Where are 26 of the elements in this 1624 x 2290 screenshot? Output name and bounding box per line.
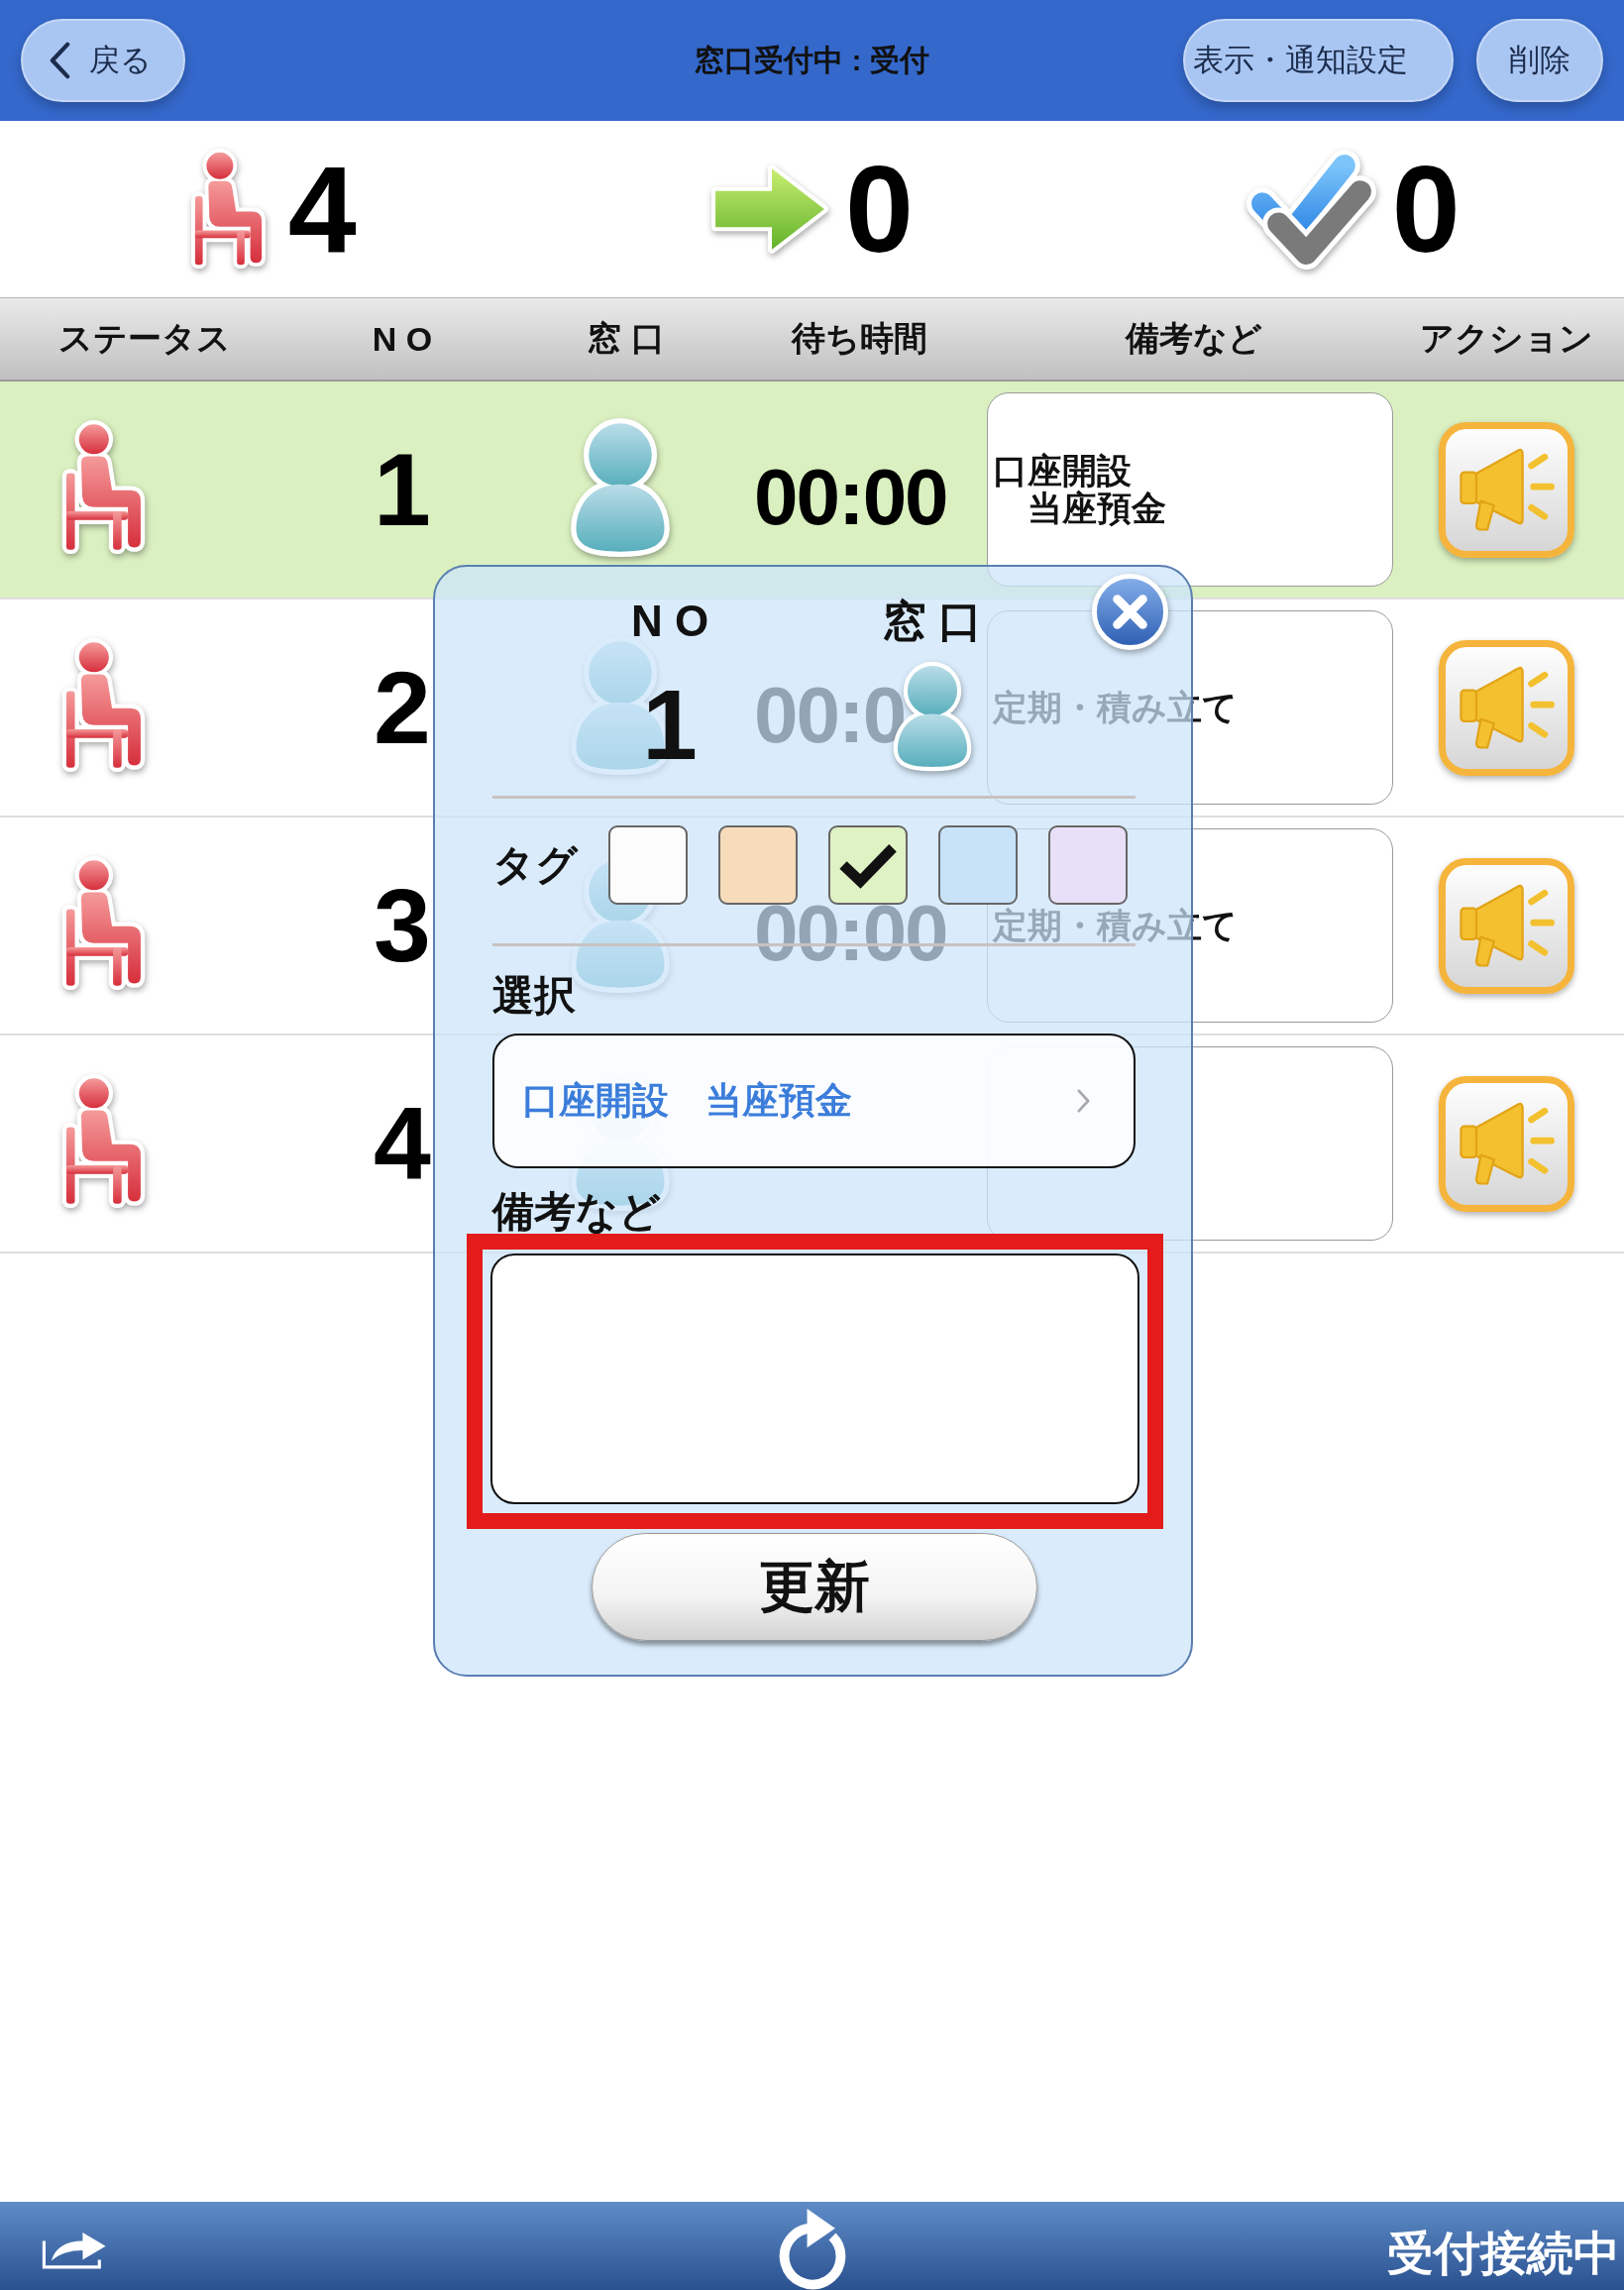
connection-status: 受付接続中 [1387, 2225, 1620, 2281]
note-text: 当座預金 [1028, 490, 1166, 527]
wait-time: 00:00 [754, 894, 947, 973]
note-text: 口座開設 [993, 452, 1132, 490]
count-number: 0 [845, 148, 914, 271]
column-header: アクション [1419, 318, 1593, 359]
tag-label: タグ [492, 840, 578, 890]
column-header: 待ち時間 [791, 318, 927, 359]
column-header: 窓 口 [588, 318, 665, 359]
ticket-number: 4 [374, 1092, 431, 1195]
ticket-number: 1 [642, 675, 698, 774]
count-number: 0 [1391, 148, 1461, 271]
counter-label: 窓 口 [882, 597, 983, 646]
wait-time: 00:00 [754, 458, 947, 537]
column-header: N O [372, 319, 433, 359]
selection-label: 選択 [492, 971, 577, 1021]
ticket-number: 3 [374, 874, 431, 977]
remarks-label: 備考など [492, 1190, 662, 1234]
count-number: 4 [287, 148, 357, 271]
screen-title: 窓口受付中 : 受付 [695, 42, 929, 78]
column-header: ステータス [58, 318, 231, 359]
ticket-number: 2 [374, 656, 431, 759]
ticket-number: 1 [374, 438, 431, 541]
column-header: 備考など [1126, 318, 1262, 359]
wait-time: 00:0 [754, 676, 906, 755]
number-label: N O [630, 597, 709, 646]
